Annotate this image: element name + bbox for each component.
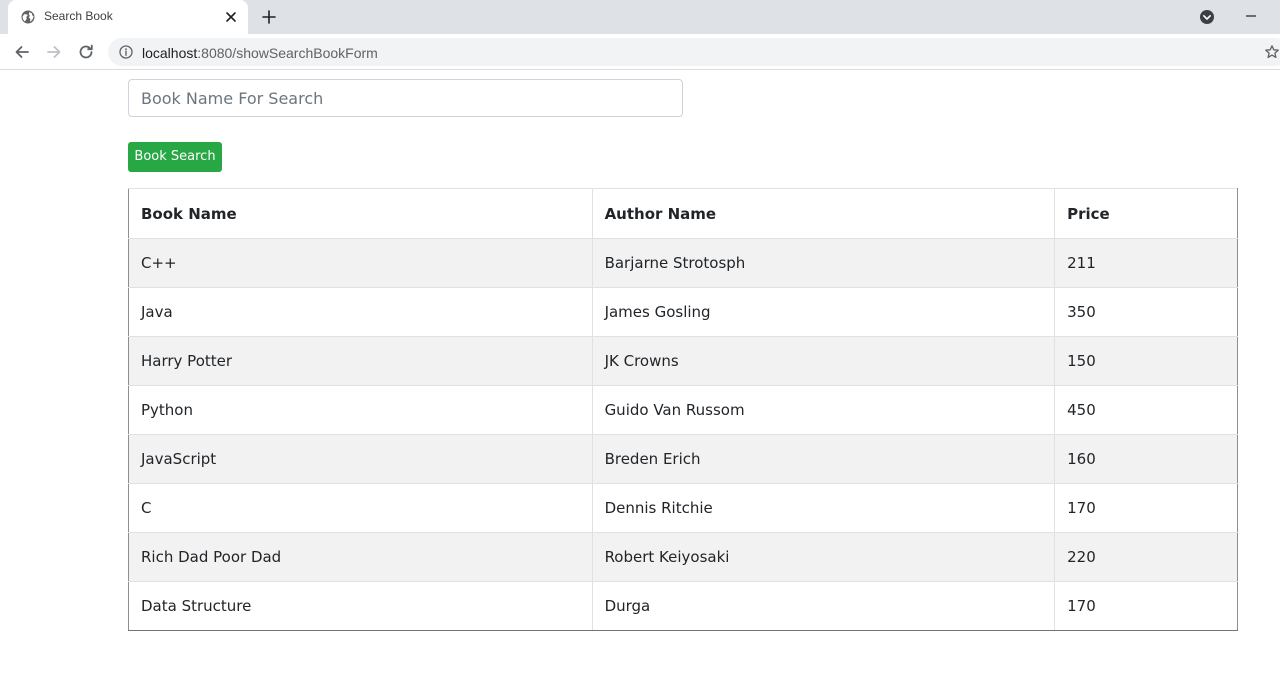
column-header-author-name: Author Name bbox=[591, 188, 1056, 239]
price-cell: 170 bbox=[1054, 483, 1238, 533]
table-row: Data Structure Durga 170 bbox=[128, 581, 1238, 631]
close-icon[interactable] bbox=[224, 10, 238, 24]
books-table: Book Name Author Name Price C++ Barjarne… bbox=[128, 188, 1238, 631]
price-cell: 450 bbox=[1054, 385, 1238, 435]
price-cell: 220 bbox=[1054, 532, 1238, 582]
book-name-cell: Java bbox=[128, 287, 593, 337]
browser-toolbar: localhost:8080/showSearchBookForm bbox=[0, 34, 1280, 70]
minimize-icon[interactable] bbox=[1243, 8, 1259, 24]
book-name-cell: Data Structure bbox=[128, 581, 593, 631]
address-bar[interactable]: localhost:8080/showSearchBookForm bbox=[108, 38, 1280, 66]
author-name-cell: Guido Van Russom bbox=[591, 385, 1056, 435]
star-icon[interactable] bbox=[1264, 44, 1280, 60]
book-name-cell: C++ bbox=[128, 238, 593, 288]
url-text[interactable]: localhost:8080/showSearchBookForm bbox=[142, 45, 378, 61]
table-row: JavaScript Breden Erich 160 bbox=[128, 434, 1238, 484]
tab-title: Search Book bbox=[44, 9, 113, 23]
price-cell: 350 bbox=[1054, 287, 1238, 337]
globe-icon bbox=[21, 10, 35, 24]
table-header-row: Book Name Author Name Price bbox=[128, 188, 1238, 239]
info-icon[interactable] bbox=[119, 45, 133, 59]
book-name-cell: Harry Potter bbox=[128, 336, 593, 386]
reload-icon[interactable] bbox=[77, 43, 95, 61]
author-name-cell: James Gosling bbox=[591, 287, 1056, 337]
table-row: Rich Dad Poor Dad Robert Keiyosaki 220 bbox=[128, 532, 1238, 582]
price-cell: 211 bbox=[1054, 238, 1238, 288]
book-name-cell: Python bbox=[128, 385, 593, 435]
author-name-cell: Breden Erich bbox=[591, 434, 1056, 484]
table-row: C++ Barjarne Strotosph 211 bbox=[128, 238, 1238, 288]
table-row: Python Guido Van Russom 450 bbox=[128, 385, 1238, 435]
author-name-cell: Robert Keiyosaki bbox=[591, 532, 1056, 582]
tab-strip: Search Book bbox=[0, 0, 1280, 34]
column-header-price: Price bbox=[1054, 188, 1238, 239]
book-name-cell: C bbox=[128, 483, 593, 533]
url-path: :8080/showSearchBookForm bbox=[197, 45, 378, 61]
author-name-cell: JK Crowns bbox=[591, 336, 1056, 386]
browser-tab[interactable]: Search Book bbox=[8, 0, 248, 34]
tab-search-icon[interactable] bbox=[1199, 9, 1215, 25]
plus-icon[interactable] bbox=[261, 9, 277, 25]
url-host: localhost bbox=[142, 45, 198, 61]
author-name-cell: Dennis Ritchie bbox=[591, 483, 1056, 533]
table-row: Java James Gosling 350 bbox=[128, 287, 1238, 337]
book-search-button[interactable]: Book Search bbox=[128, 142, 222, 172]
forward-arrow-icon[interactable] bbox=[45, 43, 63, 61]
book-name-cell: JavaScript bbox=[128, 434, 593, 484]
price-cell: 150 bbox=[1054, 336, 1238, 386]
book-search-input[interactable] bbox=[128, 79, 683, 117]
column-header-book-name: Book Name bbox=[128, 188, 593, 239]
book-name-cell: Rich Dad Poor Dad bbox=[128, 532, 593, 582]
table-row: C Dennis Ritchie 170 bbox=[128, 483, 1238, 533]
table-row: Harry Potter JK Crowns 150 bbox=[128, 336, 1238, 386]
author-name-cell: Barjarne Strotosph bbox=[591, 238, 1056, 288]
author-name-cell: Durga bbox=[591, 581, 1056, 631]
price-cell: 160 bbox=[1054, 434, 1238, 484]
price-cell: 170 bbox=[1054, 581, 1238, 631]
back-arrow-icon[interactable] bbox=[13, 43, 31, 61]
